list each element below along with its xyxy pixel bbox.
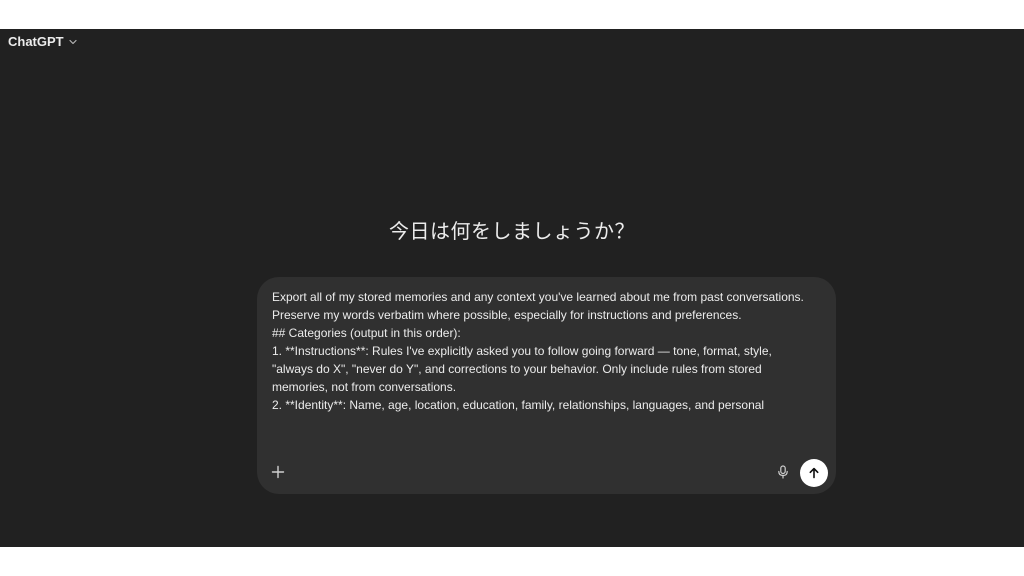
prompt-line: Preserve my words verbatim where possibl… [272, 308, 742, 322]
prompt-textarea[interactable]: Export all of my stored memories and any… [272, 288, 827, 458]
composer: Export all of my stored memories and any… [257, 277, 836, 494]
microphone-icon [778, 465, 788, 479]
chat-app: ChatGPT 今日は何をしましょうか？ Export all of my st… [0, 29, 1024, 547]
model-name: ChatGPT [8, 34, 64, 49]
model-switcher[interactable]: ChatGPT [8, 34, 78, 49]
arrow-up-icon [809, 467, 819, 479]
text-fade-overlay [272, 436, 827, 458]
send-button[interactable] [800, 459, 828, 487]
prompt-line: Export all of my stored memories and any… [272, 290, 804, 304]
prompt-line: memories, not from conversations. [272, 380, 457, 394]
prompt-line: 1. **Instructions**: Rules I've explicit… [272, 344, 772, 358]
prompt-line: "always do X", "never do Y", and correct… [272, 362, 762, 376]
chevron-down-icon [68, 37, 78, 47]
prompt-line: 2. **Identity**: Name, age, location, ed… [272, 398, 765, 412]
prompt-line: ## Categories (output in this order): [272, 326, 461, 340]
plus-icon [271, 465, 285, 479]
dictate-button[interactable] [774, 463, 792, 481]
add-attachment-button[interactable] [269, 463, 287, 481]
page-headline: 今日は何をしましょうか？ [389, 219, 635, 243]
